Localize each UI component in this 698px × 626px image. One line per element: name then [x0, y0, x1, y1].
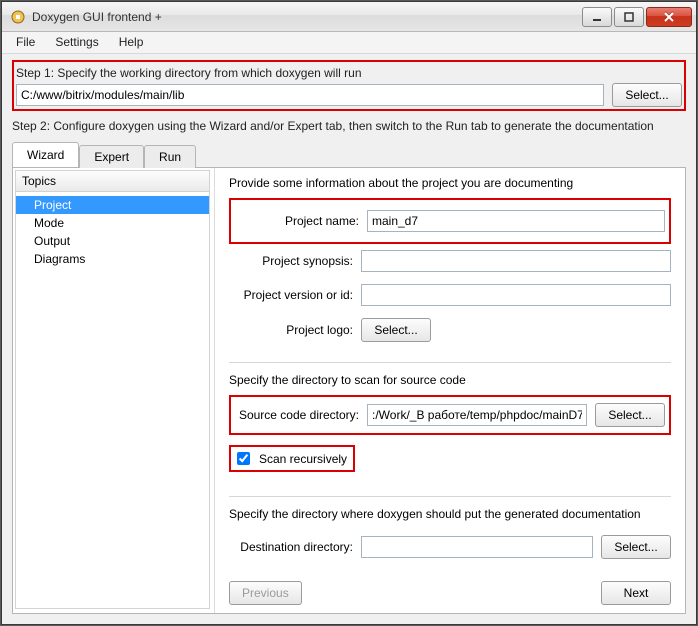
maximize-button[interactable]: [614, 7, 644, 27]
scan-recursive-checkbox[interactable]: [237, 452, 250, 465]
project-version-label: Project version or id:: [229, 288, 361, 302]
tab-panel: Topics ProjectModeOutputDiagrams Provide…: [12, 167, 686, 614]
divider-2: [229, 496, 671, 497]
topic-item-mode[interactable]: Mode: [16, 214, 209, 232]
project-synopsis-label: Project synopsis:: [229, 254, 361, 268]
tabs: Wizard Expert Run: [12, 142, 686, 167]
topic-item-diagrams[interactable]: Diagrams: [16, 250, 209, 268]
source-dir-highlight: Source code directory: Select...: [229, 395, 671, 435]
working-dir-input[interactable]: [16, 84, 604, 106]
client-area: Step 1: Specify the working directory fr…: [2, 54, 696, 624]
dest-dir-label: Destination directory:: [229, 540, 361, 554]
minimize-button[interactable]: [582, 7, 612, 27]
dest-dir-select-button[interactable]: Select...: [601, 535, 671, 559]
form-pane: Provide some information about the proje…: [215, 168, 685, 613]
dest-dir-input[interactable]: [361, 536, 593, 558]
tab-wizard[interactable]: Wizard: [12, 142, 79, 167]
project-version-input[interactable]: [361, 284, 671, 306]
source-dir-label: Source code directory:: [235, 408, 367, 422]
next-button[interactable]: Next: [601, 581, 671, 605]
menu-file[interactable]: File: [6, 32, 45, 53]
tab-run[interactable]: Run: [144, 145, 196, 168]
scan-recursive-highlight: Scan recursively: [229, 445, 355, 472]
menu-help[interactable]: Help: [109, 32, 154, 53]
step2-label: Step 2: Configure doxygen using the Wiza…: [12, 119, 686, 133]
divider-1: [229, 362, 671, 363]
topics-list: ProjectModeOutputDiagrams: [15, 192, 210, 609]
project-logo-label: Project logo:: [229, 323, 361, 337]
source-dir-input[interactable]: [367, 404, 587, 426]
window-controls: [580, 7, 692, 27]
scan-recursive-label[interactable]: Scan recursively: [259, 452, 347, 466]
project-name-highlight: Project name:: [229, 198, 671, 244]
topics-pane: Topics ProjectModeOutputDiagrams: [13, 168, 215, 613]
project-name-input[interactable]: [367, 210, 665, 232]
titlebar: Doxygen GUI frontend +: [2, 2, 696, 32]
topic-item-output[interactable]: Output: [16, 232, 209, 250]
source-dir-select-button[interactable]: Select...: [595, 403, 665, 427]
step1-highlight: Step 1: Specify the working directory fr…: [12, 60, 686, 111]
window-title: Doxygen GUI frontend +: [32, 10, 580, 24]
app-icon: [10, 9, 26, 25]
working-dir-select-button[interactable]: Select...: [612, 83, 682, 107]
project-synopsis-input[interactable]: [361, 250, 671, 272]
source-section-label: Specify the directory to scan for source…: [229, 373, 671, 387]
menu-settings[interactable]: Settings: [45, 32, 108, 53]
project-name-label: Project name:: [235, 214, 367, 228]
tab-expert[interactable]: Expert: [79, 145, 144, 168]
topic-item-project[interactable]: Project: [16, 196, 209, 214]
project-intro: Provide some information about the proje…: [229, 176, 671, 190]
topics-header: Topics: [15, 170, 210, 192]
previous-button[interactable]: Previous: [229, 581, 302, 605]
nav-buttons: Previous Next: [229, 571, 671, 605]
app-window: Doxygen GUI frontend + File Settings Hel…: [1, 1, 697, 625]
project-logo-select-button[interactable]: Select...: [361, 318, 431, 342]
close-button[interactable]: [646, 7, 692, 27]
menubar: File Settings Help: [2, 32, 696, 54]
dest-section-label: Specify the directory where doxygen shou…: [229, 507, 671, 521]
step1-label: Step 1: Specify the working directory fr…: [16, 66, 682, 80]
